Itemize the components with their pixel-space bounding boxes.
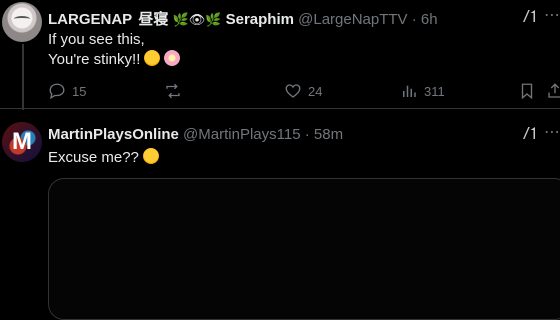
tweet2-handle[interactable]: @MartinPlays115 (183, 126, 301, 143)
heart-icon (285, 84, 301, 98)
tweet1-separator: · (411, 11, 417, 28)
grok-icon[interactable] (520, 7, 538, 25)
eye-emoji-icon: 🌿👁🌿 (172, 12, 222, 27)
avatar-logo-icon: M (12, 128, 32, 155)
tweet1-display-name[interactable]: LARGENAP (48, 11, 132, 28)
grok-icon[interactable] (520, 124, 538, 142)
avatar-martinplaysonline[interactable]: M (2, 122, 42, 162)
tweet1-actions: 15 24 311 (48, 80, 560, 102)
more-icon[interactable]: ⋯ (544, 7, 560, 25)
tweet1-name-suffix[interactable]: Seraphim (226, 11, 294, 28)
tweet-divider (0, 108, 560, 109)
reply-count: 15 (72, 83, 87, 99)
tweet1-text-line1: If you see this, (48, 31, 145, 48)
bookmark-button[interactable] (518, 80, 536, 102)
tweet1-text-line2-wrap: You're stinky!! (48, 50, 181, 70)
tweet1-handle[interactable]: @LargeNapTTV (298, 11, 407, 28)
laughing-emoji-icon (142, 148, 159, 164)
views-button[interactable]: 311 (400, 80, 445, 102)
tweet2-display-name[interactable]: MartinPlaysOnline (48, 126, 179, 143)
avatar-largenap[interactable] (2, 2, 42, 42)
tweet2-text-wrap: Excuse me?? (48, 148, 159, 168)
grin-emoji-icon (144, 50, 161, 66)
like-button[interactable]: 24 (284, 80, 322, 102)
flower-emoji-icon (164, 50, 181, 66)
share-button[interactable] (546, 80, 560, 102)
tweet1-text-line2: You're stinky!! (48, 51, 141, 68)
share-icon (548, 83, 560, 98)
retweet-button[interactable] (164, 80, 182, 102)
reply-button[interactable]: 15 (48, 80, 86, 102)
reply-icon (49, 83, 65, 100)
like-count: 24 (308, 83, 323, 99)
views-icon (403, 85, 416, 97)
tweet2-text: Excuse me?? (48, 149, 139, 166)
tweet2-timestamp[interactable]: 58m (314, 126, 343, 143)
retweet-icon (166, 83, 180, 99)
thread-line (22, 44, 24, 110)
tweet2-header: MartinPlaysOnline @MartinPlays115 · 58m (48, 126, 343, 143)
tweet1-timestamp[interactable]: 6h (421, 11, 438, 28)
views-count: 311 (424, 83, 445, 99)
tweet1-name-decoration: 昼寝 (138, 11, 169, 28)
more-icon[interactable]: ⋯ (544, 124, 560, 142)
tweet2-separator: · (304, 126, 310, 143)
bookmark-icon (521, 83, 533, 100)
tweet1-header: LARGENAP 昼寝 🌿👁🌿 Seraphim @LargeNapTTV · … (48, 8, 438, 29)
tweet2-media[interactable] (48, 178, 560, 320)
tweet1-text: If you see this, You're stinky!! (48, 30, 181, 70)
